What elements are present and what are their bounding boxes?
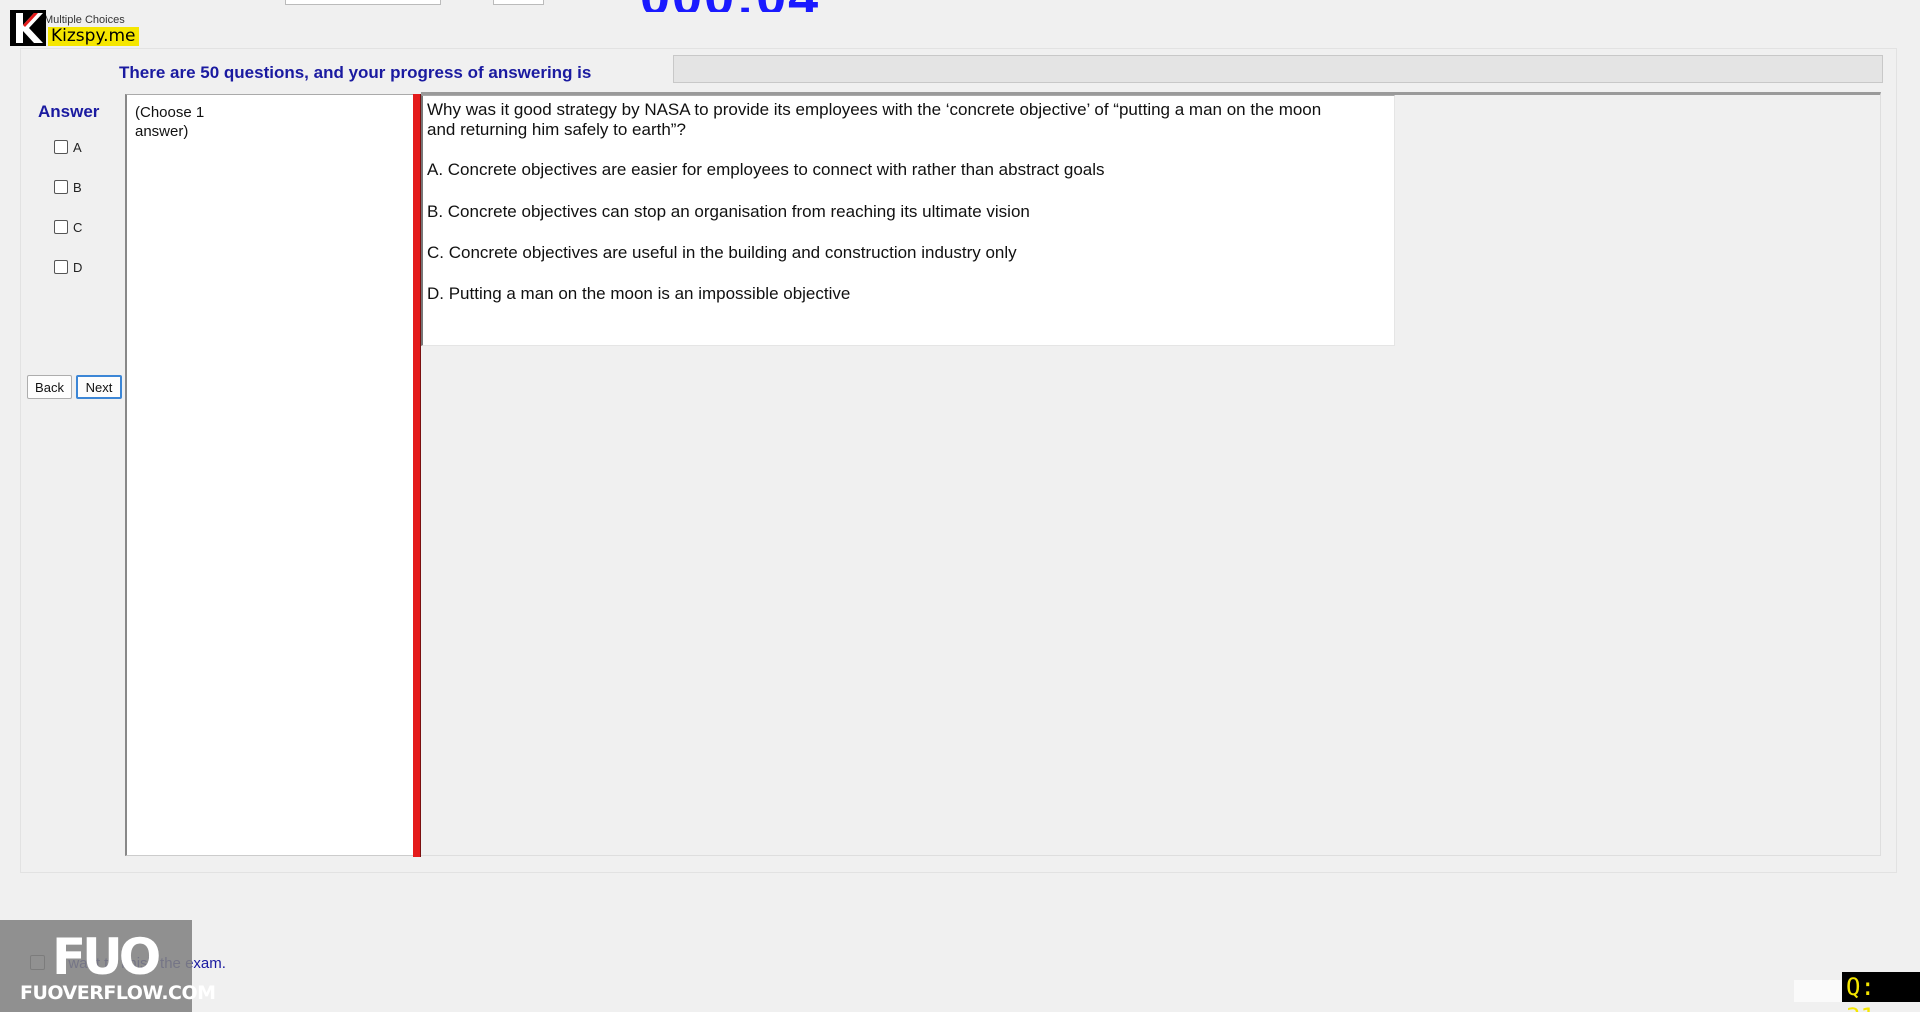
splitter-bar[interactable] [413, 94, 421, 857]
question-box: Why was it good strategy by NASA to prov… [421, 95, 1395, 346]
answer-option-label: B [73, 179, 82, 195]
checkbox[interactable] [54, 260, 68, 274]
status-chip [1794, 980, 1842, 1002]
checkbox[interactable] [54, 140, 68, 154]
answer-title: Answer [38, 102, 100, 121]
fuo-site-text: FUOVERFLOW.COM [20, 982, 216, 1004]
question-option-b: B. Concrete objectives can stop an organ… [427, 202, 1030, 221]
top-dropdown[interactable] [285, 0, 441, 5]
answer-option-a[interactable]: A [54, 138, 82, 156]
answer-option-c[interactable]: C [54, 218, 82, 236]
progress-label: There are 50 questions, and your progres… [119, 63, 592, 82]
next-button[interactable]: Next [76, 375, 122, 399]
answer-option-d[interactable]: D [54, 258, 82, 276]
question-option-d: D. Putting a man on the moon is an impos… [427, 284, 851, 303]
kizspy-logo: Kizspy.me [10, 10, 142, 46]
top-small-field[interactable] [493, 0, 544, 5]
question-counter: Q: 31 [1842, 972, 1920, 1012]
answer-option-label: A [73, 139, 82, 155]
k-logo-icon [10, 10, 46, 46]
choose-instructions: (Choose 1 answer) [135, 104, 205, 140]
answer-option-label: D [73, 259, 83, 275]
instructions-panel: (Choose 1 answer) [125, 94, 413, 856]
fuoverflow-watermark: FUO FUOVERFLOW.COM [0, 920, 216, 1012]
checkbox[interactable] [54, 220, 68, 234]
question-option-a: A. Concrete objectives are easier for em… [427, 160, 1105, 179]
question-text: Why was it good strategy by NASA to prov… [427, 100, 1322, 139]
question-option-c: C. Concrete objectives are useful in the… [427, 243, 1017, 262]
progress-bar [673, 55, 1883, 83]
answer-option-label: C [73, 219, 83, 235]
checkbox[interactable] [54, 180, 68, 194]
logo-text: Kizspy.me [48, 27, 139, 46]
answer-option-b[interactable]: B [54, 178, 82, 196]
exam-timer: 000:04 [640, 0, 820, 12]
back-button[interactable]: Back [27, 375, 72, 399]
fuo-logo-text: FUO [52, 928, 161, 986]
